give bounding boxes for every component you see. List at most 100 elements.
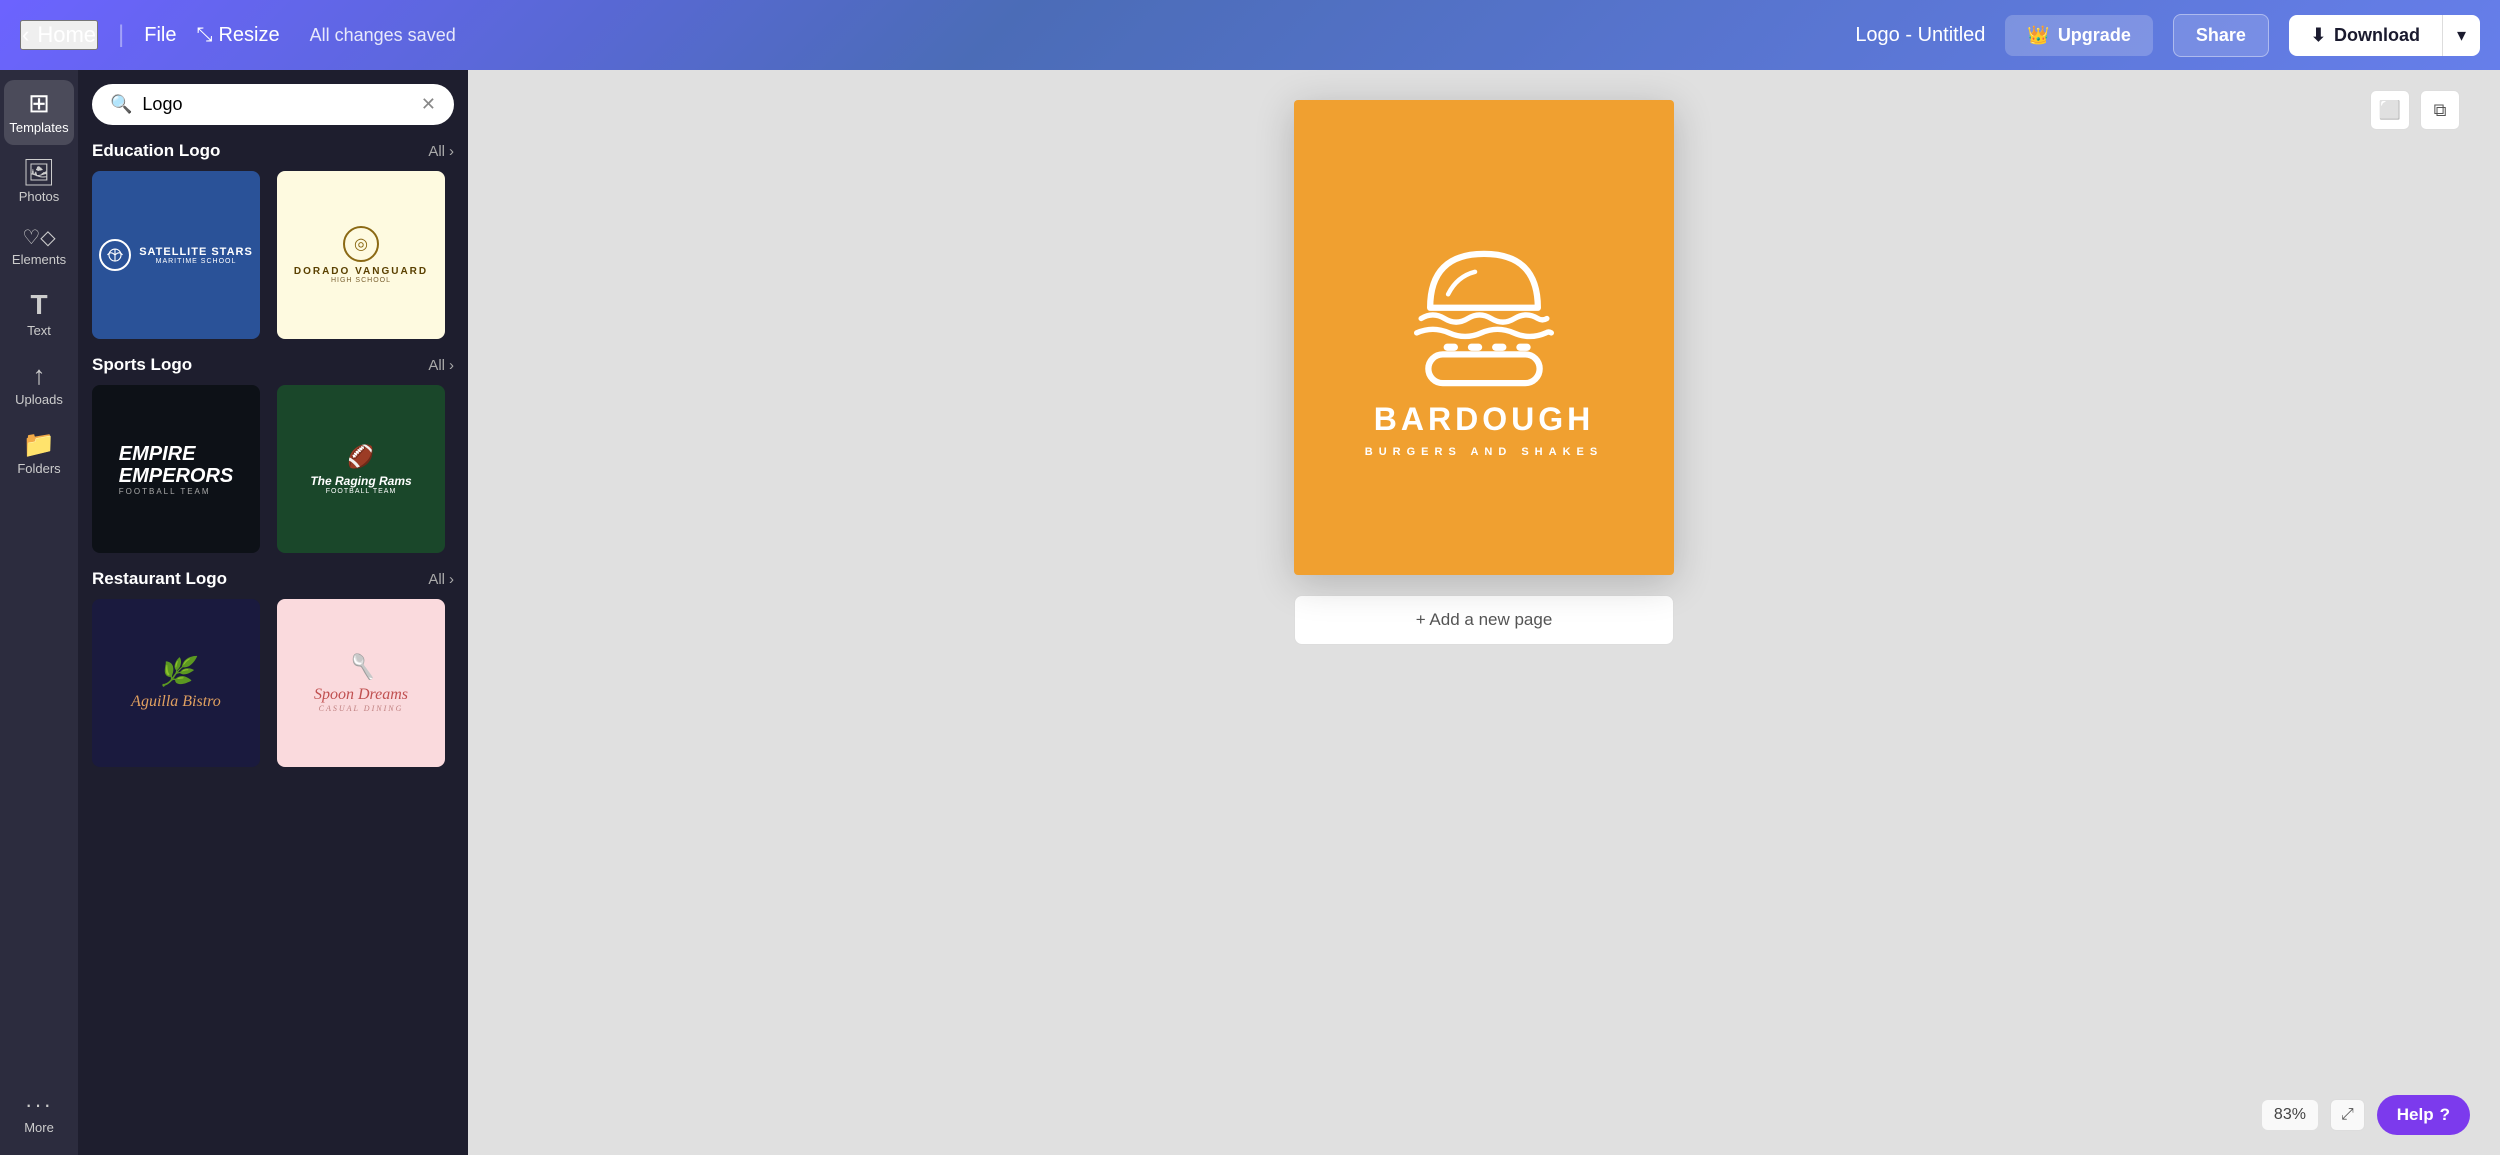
expand-icon: ⤢ xyxy=(2341,1106,2354,1123)
home-label: Home xyxy=(37,22,96,48)
help-button[interactable]: Help ? xyxy=(2377,1095,2470,1135)
left-sidebar: ⊞ Templates 🖼 Photos ♡◇ Elements T Text … xyxy=(0,70,78,1155)
template-card-rest2[interactable]: 🥄 Spoon Dreams CASUAL DINING xyxy=(277,599,445,767)
search-input[interactable] xyxy=(142,94,410,115)
restaurant-logo-title: Restaurant Logo xyxy=(92,569,227,589)
education-logo-section-header: Education Logo All › xyxy=(92,141,454,161)
template-card-edu2[interactable]: ◎ DORADO VANGUARD HIGH SCHOOL xyxy=(277,171,445,339)
templates-label: Templates xyxy=(9,120,68,135)
templates-panel: 🔍 ✕ Education Logo All › xyxy=(78,70,468,1155)
frame-icon: ⬜ xyxy=(2379,100,2401,121)
template-card-rest1[interactable]: 🌿 Aguilla Bistro xyxy=(92,599,260,767)
home-button[interactable]: ‹ Home xyxy=(20,20,98,50)
empire-emperors-text: EMPIREEMPERORS FOOTBALL TEAM xyxy=(119,443,233,496)
sidebar-item-uploads[interactable]: ↑ Uploads xyxy=(4,352,74,417)
frame-tool-button[interactable]: ⬜ xyxy=(2370,90,2410,130)
photos-label: Photos xyxy=(19,189,59,204)
education-logo-grid: SATELLITE STARS MARITIME SCHOOL ◎ DORADO… xyxy=(92,171,454,339)
share-button[interactable]: Share xyxy=(2173,14,2269,57)
satellite-stars-text: SATELLITE STARS MARITIME SCHOOL xyxy=(139,246,253,265)
brand-subtitle: BURGERS AND SHAKES xyxy=(1365,446,1603,458)
templates-icon: ⊞ xyxy=(28,90,50,116)
chevron-right-icon: › xyxy=(449,357,454,374)
bottom-controls: 83% ⤢ Help ? xyxy=(2262,1095,2470,1135)
uploads-label: Uploads xyxy=(15,392,63,407)
sidebar-item-elements[interactable]: ♡◇ Elements xyxy=(4,218,74,277)
education-logo-all-button[interactable]: All › xyxy=(428,143,454,160)
download-button[interactable]: ⬇ Download xyxy=(2289,15,2442,56)
resize-label: Resize xyxy=(218,24,279,47)
search-icon: 🔍 xyxy=(110,94,132,115)
sports-logo-section-header: Sports Logo All › xyxy=(92,355,454,375)
search-bar: 🔍 ✕ xyxy=(92,84,454,125)
main-layout: ⊞ Templates 🖼 Photos ♡◇ Elements T Text … xyxy=(0,70,2500,1155)
template-card-sports1[interactable]: EMPIREEMPERORS FOOTBALL TEAM xyxy=(92,385,260,553)
chevron-right-icon: › xyxy=(449,143,454,160)
share-label: Share xyxy=(2196,25,2246,45)
top-navigation: ‹ Home | File ⤡ Resize All changes saved… xyxy=(0,0,2500,70)
sports-logo-all-button[interactable]: All › xyxy=(428,357,454,374)
aguilla-bistro-text: 🌿 Aguilla Bistro xyxy=(131,655,221,711)
education-logo-title: Education Logo xyxy=(92,141,220,161)
template-card-edu1[interactable]: SATELLITE STARS MARITIME SCHOOL xyxy=(92,171,260,339)
folders-label: Folders xyxy=(17,461,60,476)
template-card-sports2[interactable]: 🏈 The Raging Rams FOOTBALL TEAM xyxy=(277,385,445,553)
add-page-button[interactable]: + Add a new page xyxy=(1294,595,1674,645)
chevron-right-icon: › xyxy=(449,571,454,588)
upgrade-label: Upgrade xyxy=(2058,25,2131,46)
resize-icon: ⤡ xyxy=(196,24,212,47)
question-icon: ? xyxy=(2440,1105,2450,1125)
folders-icon: 📁 xyxy=(23,431,55,457)
nav-divider: | xyxy=(118,21,124,49)
leaf-icon: 🌿 xyxy=(131,655,221,689)
sidebar-item-folders[interactable]: 📁 Folders xyxy=(4,421,74,486)
download-label: Download xyxy=(2334,25,2420,46)
resize-button[interactable]: ⤡ Resize xyxy=(196,24,279,47)
design-canvas[interactable]: BARDOUGH BURGERS AND SHAKES xyxy=(1294,100,1674,575)
raging-rams-text: 🏈 The Raging Rams FOOTBALL TEAM xyxy=(310,444,411,495)
clear-search-button[interactable]: ✕ xyxy=(421,94,436,115)
spoon-dreams-text: 🥄 Spoon Dreams CASUAL DINING xyxy=(314,653,408,713)
copy-icon: ⧉ xyxy=(2434,100,2447,121)
satellite-circle-icon xyxy=(99,239,131,271)
dorado-circle-icon: ◎ xyxy=(343,226,379,262)
restaurant-logo-section-header: Restaurant Logo All › xyxy=(92,569,454,589)
more-icon: ··· xyxy=(25,1094,53,1116)
chevron-left-icon: ‹ xyxy=(22,22,29,48)
sidebar-item-templates[interactable]: ⊞ Templates xyxy=(4,80,74,145)
more-label: More xyxy=(24,1120,54,1135)
sidebar-item-more[interactable]: ··· More xyxy=(4,1084,74,1145)
crown-icon: 👑 xyxy=(2027,25,2049,46)
photos-icon: 🖼 xyxy=(22,159,55,185)
uploads-icon: ↑ xyxy=(33,362,46,388)
sports-logo-title: Sports Logo xyxy=(92,355,192,375)
restaurant-logo-grid: 🌿 Aguilla Bistro 🥄 Spoon Dreams CASUAL D… xyxy=(92,599,454,767)
help-label: Help xyxy=(2397,1105,2434,1125)
save-status: All changes saved xyxy=(310,25,456,46)
file-menu-button[interactable]: File xyxy=(144,24,176,47)
canvas-area: ⬜ ⧉ xyxy=(468,70,2500,1155)
file-label: File xyxy=(144,24,176,47)
text-label: Text xyxy=(27,323,51,338)
copy-tool-button[interactable]: ⧉ xyxy=(2420,90,2460,130)
chevron-down-icon: ▾ xyxy=(2457,25,2466,45)
burger-logo: BARDOUGH BURGERS AND SHAKES xyxy=(1365,218,1603,458)
sports-logo-grid: EMPIREEMPERORS FOOTBALL TEAM 🏈 The Ragin… xyxy=(92,385,454,553)
download-dropdown-button[interactable]: ▾ xyxy=(2442,15,2480,56)
document-title: Logo - Untitled xyxy=(1855,24,1985,47)
sidebar-item-text[interactable]: T Text xyxy=(4,281,74,348)
elements-label: Elements xyxy=(12,252,66,267)
restaurant-logo-all-button[interactable]: All › xyxy=(428,571,454,588)
canvas-toolbar: ⬜ ⧉ xyxy=(2370,90,2460,130)
spoon-icon: 🥄 xyxy=(314,653,408,682)
text-icon: T xyxy=(30,291,47,319)
elements-icon: ♡◇ xyxy=(22,228,55,248)
fullscreen-button[interactable]: ⤢ xyxy=(2330,1099,2365,1131)
download-group: ⬇ Download ▾ xyxy=(2289,15,2480,56)
brand-name: BARDOUGH xyxy=(1374,401,1594,438)
sidebar-item-photos[interactable]: 🖼 Photos xyxy=(4,149,74,214)
burger-svg-icon xyxy=(1394,218,1574,393)
upgrade-button[interactable]: 👑 Upgrade xyxy=(2005,15,2152,56)
download-icon: ⬇ xyxy=(2311,25,2326,46)
football-icon: 🏈 xyxy=(310,444,411,470)
